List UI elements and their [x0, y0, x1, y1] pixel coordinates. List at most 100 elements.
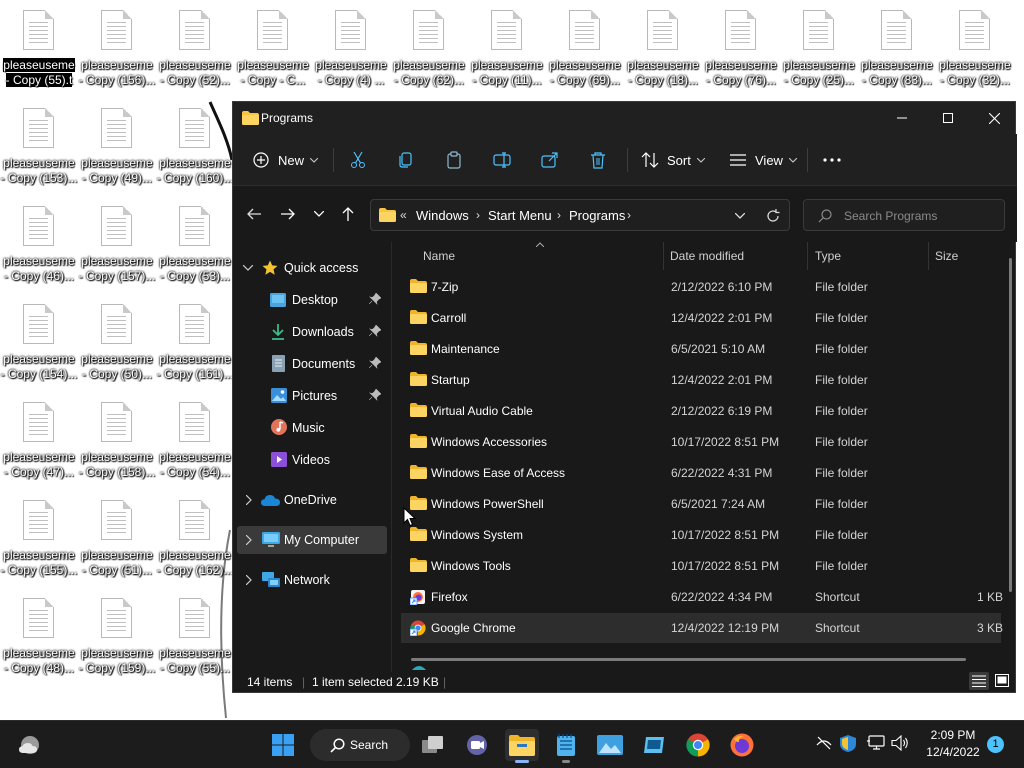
file-row[interactable]: Windows System 10/17/2022 8:51 PM File fol…: [401, 520, 1001, 550]
sidebar-item-downloads[interactable]: Downloads: [237, 318, 387, 346]
sidebar-item-pictures[interactable]: Pictures: [237, 382, 387, 410]
file-row[interactable]: 7-Zip 2/12/2022 6:10 PM File folder: [401, 272, 1001, 302]
notification-badge[interactable]: 1: [987, 736, 1004, 753]
column-divider[interactable]: [663, 242, 664, 270]
sidebar-item-music[interactable]: Music: [237, 414, 387, 442]
column-header-name[interactable]: Name: [423, 242, 455, 270]
desktop-file-icon[interactable]: pleaseuseme - Copy (162)...: [156, 490, 234, 586]
hidden-icons-icon[interactable]: [816, 735, 832, 751]
start-button[interactable]: [266, 729, 300, 761]
clock[interactable]: 2:09 PM 12/4/2022: [920, 727, 986, 761]
column-header-size[interactable]: Size: [935, 242, 958, 270]
desktop-file-icon[interactable]: pleaseuseme - Copy (158)...: [78, 392, 156, 488]
pane-divider[interactable]: [391, 242, 392, 672]
desktop-file-icon[interactable]: pleaseuseme - Copy (155)...: [0, 490, 78, 586]
desktop-file-icon[interactable]: pleaseuseme - Copy (157)...: [78, 196, 156, 292]
desktop-file-icon[interactable]: pleaseuseme - Copy (154)...: [0, 294, 78, 390]
share-button[interactable]: [541, 148, 559, 172]
file-row[interactable]: Firefox 6/22/2022 4:34 PM Shortcut 1 KB: [401, 582, 1003, 612]
desktop-file-icon[interactable]: pleaseuseme - Copy (18)...: [624, 0, 702, 96]
taskbar-photos[interactable]: [593, 729, 627, 761]
back-button[interactable]: [242, 204, 266, 224]
desktop-file-icon[interactable]: pleaseuseme - Copy (48)...: [0, 588, 78, 684]
desktop-file-icon[interactable]: pleaseuseme - Copy (83)...: [858, 0, 936, 96]
desktop-file-icon[interactable]: pleaseuseme - Copy (50)...: [78, 294, 156, 390]
view-button[interactable]: View: [729, 148, 797, 172]
sidebar-item-documents[interactable]: Documents: [237, 350, 387, 378]
file-row[interactable]: Startup 12/4/2022 2:01 PM File folder: [401, 365, 1001, 395]
desktop-file-icon[interactable]: pleaseuseme - Copy (47)...: [0, 392, 78, 488]
more-options-button[interactable]: [823, 148, 841, 172]
file-row[interactable]: Windows Accessories 10/17/2022 8:51 PM Fil…: [401, 427, 1001, 457]
details-view-toggle[interactable]: [969, 672, 989, 690]
monitor-icon[interactable]: [867, 735, 885, 751]
sidebar-item-my-computer[interactable]: My Computer: [237, 526, 387, 554]
taskbar-file-explorer[interactable]: [505, 729, 539, 763]
desktop-file-icon[interactable]: pleaseuseme - Copy (49)...: [78, 98, 156, 194]
file-row[interactable]: Google Chrome 12/4/2022 12:19 PM Shortcut 3…: [401, 613, 1003, 643]
sidebar-item-desktop[interactable]: Desktop: [237, 286, 387, 314]
file-row[interactable]: Windows Ease of Access 6/22/2022 4:31 PM F…: [401, 458, 1001, 488]
vertical-scrollbar[interactable]: [1009, 258, 1012, 592]
sort-button[interactable]: Sort: [641, 148, 705, 172]
recent-locations-button[interactable]: [307, 204, 331, 224]
column-header-type[interactable]: Type: [815, 242, 841, 270]
desktop-file-icon[interactable]: pleaseuseme - Copy (11)...: [468, 0, 546, 96]
desktop-file-icon[interactable]: pleaseuseme - Copy (69)...: [546, 0, 624, 96]
breadcrumb-start-menu[interactable]: Start Menu: [488, 208, 552, 223]
desktop-file-icon[interactable]: pleaseuseme - Copy (161)...: [156, 294, 234, 390]
desktop-file-icon[interactable]: pleaseuseme - Copy (76)...: [702, 0, 780, 96]
column-header-date[interactable]: Date modified: [670, 242, 744, 270]
column-divider[interactable]: [807, 242, 808, 270]
desktop-file-icon[interactable]: pleaseuseme - Copy (156)...: [78, 0, 156, 96]
minimize-button[interactable]: [879, 102, 925, 134]
thumbnail-view-toggle[interactable]: [992, 672, 1012, 690]
overflow-chevron[interactable]: «: [400, 208, 407, 222]
delete-button[interactable]: [589, 148, 607, 172]
file-row[interactable]: Carroll 12/4/2022 2:01 PM File folder: [401, 303, 1001, 333]
desktop-file-icon[interactable]: pleaseuseme - Copy (159)...: [78, 588, 156, 684]
desktop-file-icon[interactable]: pleaseuseme - Copy (55)...: [156, 588, 234, 684]
task-view-button[interactable]: [416, 729, 450, 761]
file-row[interactable]: Windows PowerShell 6/5/2021 7:24 AM File f…: [401, 489, 1001, 519]
title-bar[interactable]: Programs: [233, 102, 1015, 134]
chevron-down-icon[interactable]: [735, 213, 745, 219]
file-row[interactable]: Windows Tools 10/17/2022 8:51 PM File fold…: [401, 551, 1001, 581]
desktop-file-icon[interactable]: pleaseuseme - Copy (4) ...: [312, 0, 390, 96]
up-button[interactable]: [336, 204, 360, 224]
forward-button[interactable]: [276, 204, 300, 224]
desktop-file-icon[interactable]: pleaseuseme - Copy (53)...: [156, 196, 234, 292]
paste-button[interactable]: [445, 148, 463, 172]
cut-button[interactable]: [349, 148, 367, 172]
horizontal-scrollbar[interactable]: [411, 658, 966, 661]
file-row[interactable]: Virtual Audio Cable 2/12/2022 6:19 PM File…: [401, 396, 1001, 426]
weather-widget[interactable]: [12, 729, 48, 761]
taskbar-notepad[interactable]: [549, 729, 583, 763]
desktop-file-icon[interactable]: pleaseuseme - Copy (62)...: [390, 0, 468, 96]
file-row[interactable]: Maintenance 6/5/2021 5:10 AM File folder: [401, 334, 1001, 364]
sidebar-item-onedrive[interactable]: OneDrive: [237, 486, 387, 514]
security-shield-icon[interactable]: [840, 735, 856, 752]
column-divider[interactable]: [928, 242, 929, 270]
breadcrumb-windows[interactable]: Windows: [416, 208, 469, 223]
close-button[interactable]: [971, 102, 1017, 134]
desktop-file-icon[interactable]: pleaseuseme - Copy (52)...: [156, 0, 234, 96]
teams-chat-button[interactable]: [460, 729, 494, 761]
address-bar[interactable]: « Windows › Start Menu › Programs ›: [370, 199, 790, 231]
desktop-file-icon[interactable]: pleaseuseme - Copy - C...: [234, 0, 312, 96]
desktop-file-icon[interactable]: pleaseuseme - Copy (55).t: [0, 0, 78, 96]
desktop-file-icon[interactable]: pleaseuseme - Copy (32)...: [936, 0, 1014, 96]
breadcrumb-programs[interactable]: Programs: [569, 208, 625, 223]
sidebar-item-network[interactable]: Network: [237, 566, 387, 594]
volume-icon[interactable]: [891, 735, 909, 751]
search-box[interactable]: Search Programs: [803, 199, 1005, 231]
desktop-file-icon[interactable]: pleaseuseme - Copy (54)...: [156, 392, 234, 488]
taskbar-firefox[interactable]: [725, 729, 759, 761]
refresh-icon[interactable]: [766, 209, 780, 223]
sidebar-item-quick-access[interactable]: Quick access: [237, 254, 387, 282]
taskbar-chrome[interactable]: [681, 729, 715, 761]
taskbar-search[interactable]: Search: [310, 729, 410, 761]
rename-button[interactable]: [493, 148, 511, 172]
maximize-button[interactable]: [925, 102, 971, 134]
desktop-file-icon[interactable]: pleaseuseme - Copy (25)...: [780, 0, 858, 96]
